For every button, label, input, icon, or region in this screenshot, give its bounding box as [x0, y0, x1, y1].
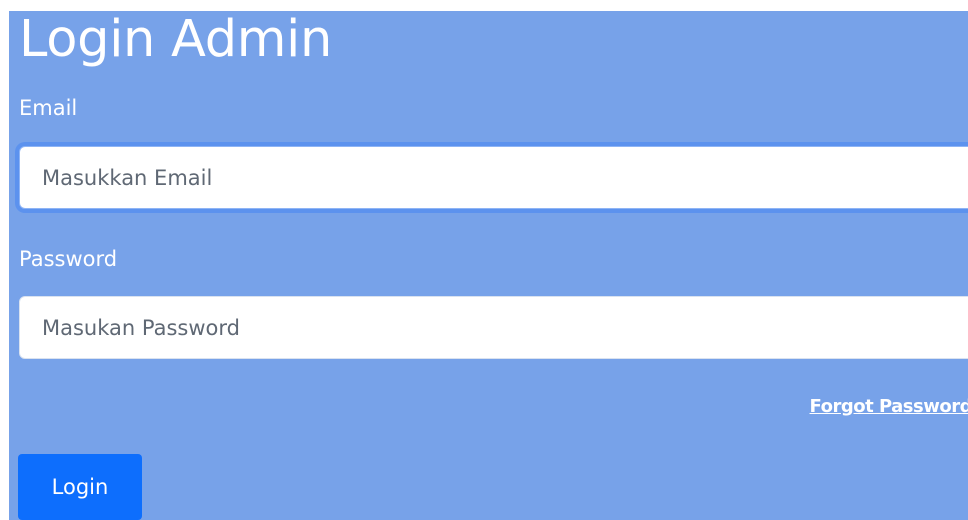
login-button[interactable]: Login [18, 454, 142, 520]
email-field[interactable] [19, 146, 968, 209]
page-title: Login Admin [19, 10, 333, 69]
forgot-password-link[interactable]: Forgot Password [810, 396, 968, 417]
password-field[interactable] [19, 296, 968, 359]
login-panel: Login Admin Email Password Forgot Passwo… [9, 10, 968, 520]
email-label: Email [19, 96, 78, 120]
password-label: Password [19, 247, 118, 271]
